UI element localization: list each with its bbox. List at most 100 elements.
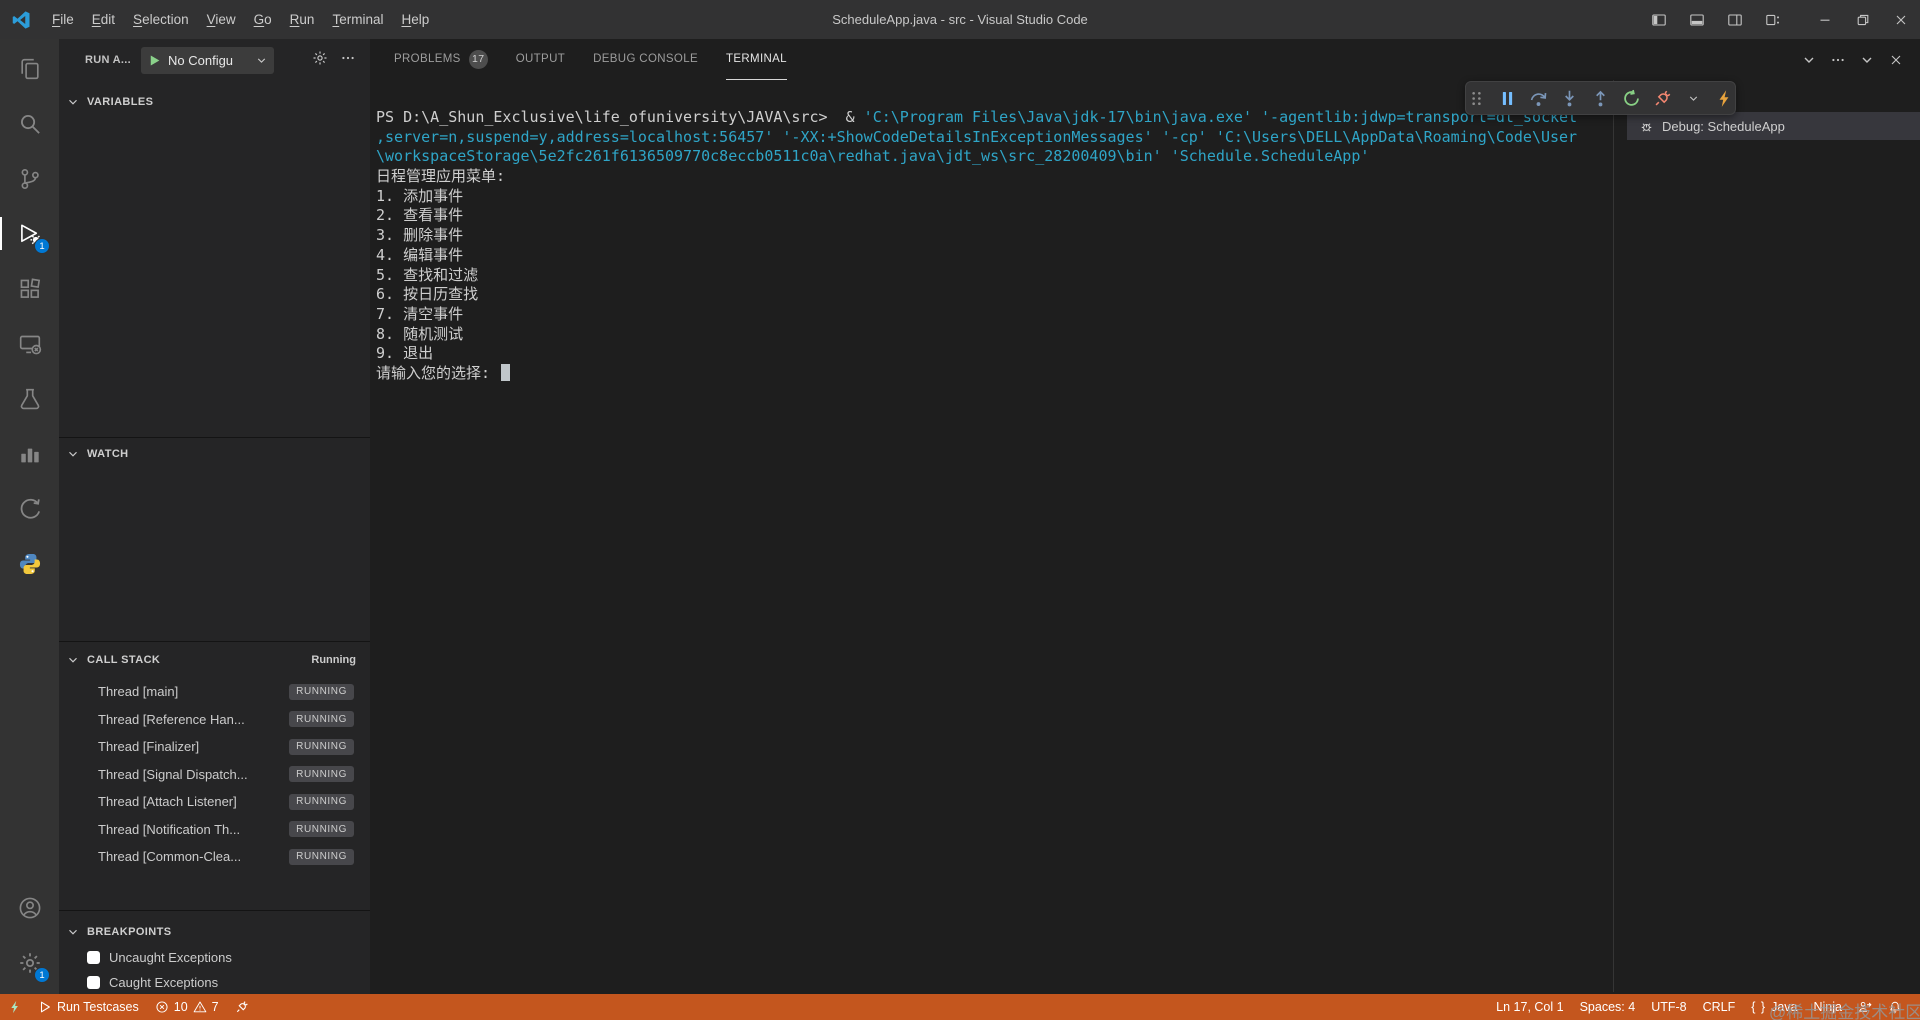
menu-edit[interactable]: Edit	[83, 7, 124, 32]
pause-button[interactable]	[1497, 86, 1519, 110]
activity-settings[interactable]: 1	[0, 935, 59, 990]
status-bar-right: Ln 17, Col 1 Spaces: 4 UTF-8 CRLF { } Java Nin…	[1488, 994, 1920, 1020]
checkbox[interactable]	[87, 951, 100, 964]
call-stack-thread[interactable]: Thread [Common-Clea... RUNNING	[59, 843, 370, 871]
launch-config-dropdown[interactable]: No Configu	[141, 46, 274, 74]
menu-go[interactable]: Go	[245, 7, 281, 32]
activity-run-and-debug[interactable]: 1	[0, 206, 59, 261]
variables-section-header[interactable]: VARIABLES	[59, 91, 370, 113]
status-debug-disconnect-button[interactable]	[227, 994, 257, 1020]
step-over-button[interactable]	[1528, 86, 1550, 110]
breakpoint-item[interactable]: Caught Exceptions	[59, 970, 370, 995]
braces-icon: { }	[1751, 1000, 1767, 1014]
drag-handle[interactable]	[1466, 86, 1488, 110]
status-ninja-extension[interactable]: Ninja	[1806, 994, 1851, 1020]
bar-chart-icon	[18, 442, 42, 466]
chevron-down-icon	[66, 95, 80, 109]
pause-icon	[1498, 89, 1517, 108]
disconnect-chevron[interactable]	[1682, 86, 1704, 110]
error-circle-icon	[155, 1000, 169, 1014]
status-cursor-position[interactable]: Ln 17, Col 1	[1488, 994, 1571, 1020]
ellipsis-icon[interactable]	[340, 50, 356, 66]
status-indentation[interactable]: Spaces: 4	[1572, 994, 1644, 1020]
terminal-text: 6. 按日历查找	[376, 285, 479, 304]
status-eol-sequence[interactable]: CRLF	[1695, 994, 1744, 1020]
menu-file[interactable]: File	[43, 7, 83, 32]
terminal-text: \workspaceStorage\5e2fc261f6136509770c8e…	[376, 147, 1370, 166]
layout-sidebar-right-button[interactable]	[1716, 0, 1754, 39]
panel-tab-output[interactable]: OUTPUT	[516, 39, 565, 80]
terminal-session-item[interactable]: Debug: ScheduleApp	[1627, 112, 1920, 140]
terminal-line: 3. 删除事件	[376, 226, 1577, 246]
checkbox[interactable]	[87, 976, 100, 989]
chevron-down-button[interactable]	[1796, 47, 1821, 72]
status-feedback[interactable]	[1850, 994, 1880, 1020]
panel-tab-debug-console[interactable]: DEBUG CONSOLE	[593, 39, 698, 80]
call-stack-thread[interactable]: Thread [Signal Dispatch... RUNNING	[59, 761, 370, 789]
activity-accounts[interactable]	[0, 880, 59, 935]
layout-customize-button[interactable]	[1754, 0, 1792, 39]
menu-view[interactable]: View	[198, 7, 245, 32]
activity-chart-extension[interactable]	[0, 426, 59, 481]
menu-selection[interactable]: Selection	[124, 7, 198, 32]
breakpoint-item[interactable]: Uncaught Exceptions	[59, 945, 370, 970]
chevron-down-icon	[255, 54, 268, 67]
ellipsis-button[interactable]	[1825, 47, 1850, 72]
status-language-mode[interactable]: { } Java	[1743, 994, 1805, 1020]
activity-remote-explorer[interactable]	[0, 316, 59, 371]
layout-sidebar-left-button[interactable]	[1640, 0, 1678, 39]
status-notifications-bell[interactable]	[1880, 994, 1910, 1020]
menu-run[interactable]: Run	[281, 7, 324, 32]
activity-explorer[interactable]	[0, 41, 59, 96]
call-stack-thread[interactable]: Thread [Attach Listener] RUNNING	[59, 788, 370, 816]
window-title: ScheduleApp.java - src - Visual Studio C…	[832, 12, 1088, 27]
step-out-button[interactable]	[1590, 86, 1612, 110]
activity-extensions[interactable]	[0, 261, 59, 316]
watch-section-header[interactable]: WATCH	[59, 443, 370, 465]
minimize-button[interactable]	[1806, 0, 1844, 39]
close-button[interactable]	[1883, 47, 1908, 72]
call-stack-thread[interactable]: Thread [Notification Th... RUNNING	[59, 816, 370, 844]
activity-source-control[interactable]	[0, 151, 59, 206]
run-and-debug-sidebar: RUN A... No Configu VARIABLES WATCH CALL…	[59, 39, 370, 994]
call-stack-thread[interactable]: Thread [main] RUNNING	[59, 678, 370, 706]
call-stack-section-header[interactable]: CALL STACK Running	[59, 649, 370, 671]
panel-layout-button[interactable]	[1767, 47, 1792, 72]
thread-name: Thread [main]	[98, 684, 179, 700]
status-bar-left: Run Testcases 10 7	[0, 994, 257, 1020]
breakpoints-section-header[interactable]: BREAKPOINTS	[59, 921, 370, 943]
hot-code-replace-button[interactable]	[1713, 86, 1735, 110]
close-button[interactable]	[1882, 0, 1920, 39]
panel-tab-problems[interactable]: PROBLEMS 17	[394, 39, 488, 80]
status-label: UTF-8	[1651, 1000, 1687, 1014]
chevron-down-button[interactable]	[1854, 47, 1879, 72]
disconnect-button[interactable]	[1651, 86, 1673, 110]
call-stack-thread[interactable]: Thread [Reference Han... RUNNING	[59, 706, 370, 734]
status-remote-indicator[interactable]	[0, 994, 30, 1020]
panel-tab-terminal[interactable]: TERMINAL	[725, 39, 787, 80]
layout-controls	[1640, 0, 1792, 39]
status-problems-summary[interactable]: 10 7	[147, 994, 227, 1020]
terminal-output[interactable]: PS D:\A_Shun_Exclusive\life_ofuniversity…	[376, 108, 1577, 384]
activity-testing[interactable]	[0, 371, 59, 426]
thread-state-badge: RUNNING	[289, 793, 354, 810]
status-run-testcases-button[interactable]: Run Testcases	[30, 994, 147, 1020]
activity-python-extension[interactable]	[0, 536, 59, 591]
menu-terminal[interactable]: Terminal	[323, 7, 392, 32]
terminal-text: PS D:\A_Shun_Exclusive\life_ofuniversity…	[376, 108, 864, 126]
gear-icon[interactable]	[312, 50, 328, 66]
account-icon	[18, 896, 42, 920]
step-into-button[interactable]	[1559, 86, 1581, 110]
search-icon	[18, 112, 42, 136]
terminal-scrollbar[interactable]	[1613, 80, 1614, 992]
layout-panel-button[interactable]	[1678, 0, 1716, 39]
menu-help[interactable]: Help	[392, 7, 438, 32]
activity-search[interactable]	[0, 96, 59, 151]
restart-button[interactable]	[1620, 86, 1642, 110]
restore-button[interactable]	[1844, 0, 1882, 39]
start-debug-icon[interactable]	[147, 53, 162, 68]
ellipsis-icon	[1830, 52, 1846, 68]
call-stack-thread[interactable]: Thread [Finalizer] RUNNING	[59, 733, 370, 761]
status-encoding[interactable]: UTF-8	[1643, 994, 1694, 1020]
activity-leetcode-extension[interactable]	[0, 481, 59, 536]
